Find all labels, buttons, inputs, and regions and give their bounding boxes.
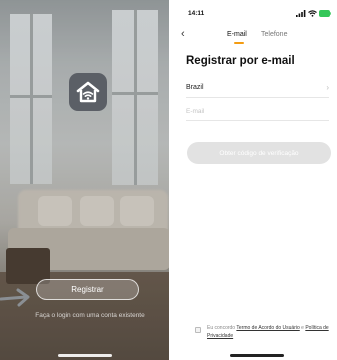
tab-phone[interactable]: Telefone: [261, 31, 287, 38]
agreement-prefix: Eu concordo: [207, 325, 236, 331]
tab-email[interactable]: E-mail: [227, 31, 247, 38]
divider: [186, 120, 329, 121]
agreement-text: Eu concordo Termo de Acordo do Usuário e…: [207, 324, 331, 340]
home-indicator: [58, 354, 112, 357]
agreement-joiner: e: [301, 325, 304, 331]
agreement-checkbox[interactable]: [195, 327, 201, 333]
get-verification-code-button[interactable]: Obter código de verificação: [187, 142, 331, 164]
divider: [186, 97, 329, 98]
page-title: Registrar por e-mail: [186, 55, 295, 67]
arrow-right-icon: [0, 288, 30, 307]
email-field[interactable]: [186, 106, 329, 116]
terms-link[interactable]: Termo de Acordo do Usuário: [236, 325, 299, 331]
wifi-icon: [308, 10, 317, 17]
country-selector[interactable]: Brazil: [186, 84, 204, 91]
signal-icon: [296, 10, 306, 17]
status-time: 14:11: [188, 10, 205, 17]
login-existing-account-link[interactable]: Faça o login com uma conta existente: [20, 312, 160, 319]
register-screen: 14:11 ‹ E-mail Telefone Registrar por e-…: [178, 0, 337, 360]
status-icons: [296, 10, 331, 17]
battery-icon: [319, 10, 331, 17]
active-tab-indicator: [234, 42, 244, 44]
back-chevron-icon[interactable]: ‹: [181, 29, 185, 40]
home-indicator: [230, 354, 284, 357]
chevron-right-icon[interactable]: ›: [326, 83, 329, 92]
screenshot-stage: Registrar Faça o login com uma conta exi…: [0, 0, 337, 360]
home-wifi-icon: [69, 73, 107, 111]
register-button[interactable]: Registrar: [36, 279, 139, 300]
